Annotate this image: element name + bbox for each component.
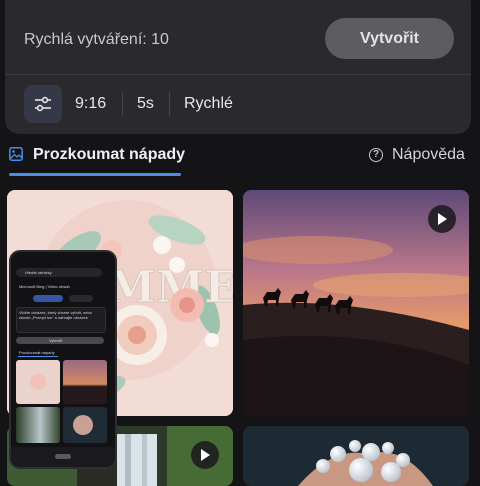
settings-button[interactable] <box>24 85 62 123</box>
duration-option[interactable]: 5s <box>137 95 154 113</box>
active-tab-indicator <box>9 173 181 176</box>
aspect-ratio-option[interactable]: 9:16 <box>75 95 106 113</box>
play-button[interactable] <box>191 441 219 469</box>
pearl-jewelry-image <box>243 426 469 486</box>
phone-preview: Hledat obrázky Microsoft Bing | Video ob… <box>9 250 117 469</box>
play-icon <box>438 213 447 225</box>
phone-search-text: Hledat obrázky <box>25 270 52 275</box>
phone-create-text: Vytvořit <box>49 338 63 343</box>
option-separator <box>169 92 170 116</box>
speed-option[interactable]: Rychlé <box>184 95 233 113</box>
phone-explore-tab: Prozkoumat nápady <box>19 350 55 355</box>
create-button[interactable]: Vytvořit <box>325 18 454 59</box>
idea-tile-pearl-jewelry[interactable] <box>243 426 469 486</box>
phone-brand-text: Microsoft Bing | Video obsah <box>19 284 70 289</box>
sliders-icon <box>35 96 51 112</box>
phone-prompt-text: Vložte obrázek, který chcete vyfotit, ne… <box>19 310 92 320</box>
play-button[interactable] <box>428 205 456 233</box>
question-circle-icon[interactable]: ? <box>369 148 383 162</box>
tab-explore-ideas[interactable]: Prozkoumat nápady <box>33 146 185 164</box>
option-separator <box>122 92 123 116</box>
image-icon <box>9 147 23 161</box>
play-icon <box>201 449 210 461</box>
svg-text:MMER: MMER <box>107 262 233 313</box>
card-divider <box>5 74 471 75</box>
idea-tile-desert-camels[interactable] <box>243 190 469 416</box>
help-link[interactable]: Nápověda <box>392 146 465 164</box>
quick-creations-count: Rychlá vytváření: 10 <box>24 31 169 48</box>
